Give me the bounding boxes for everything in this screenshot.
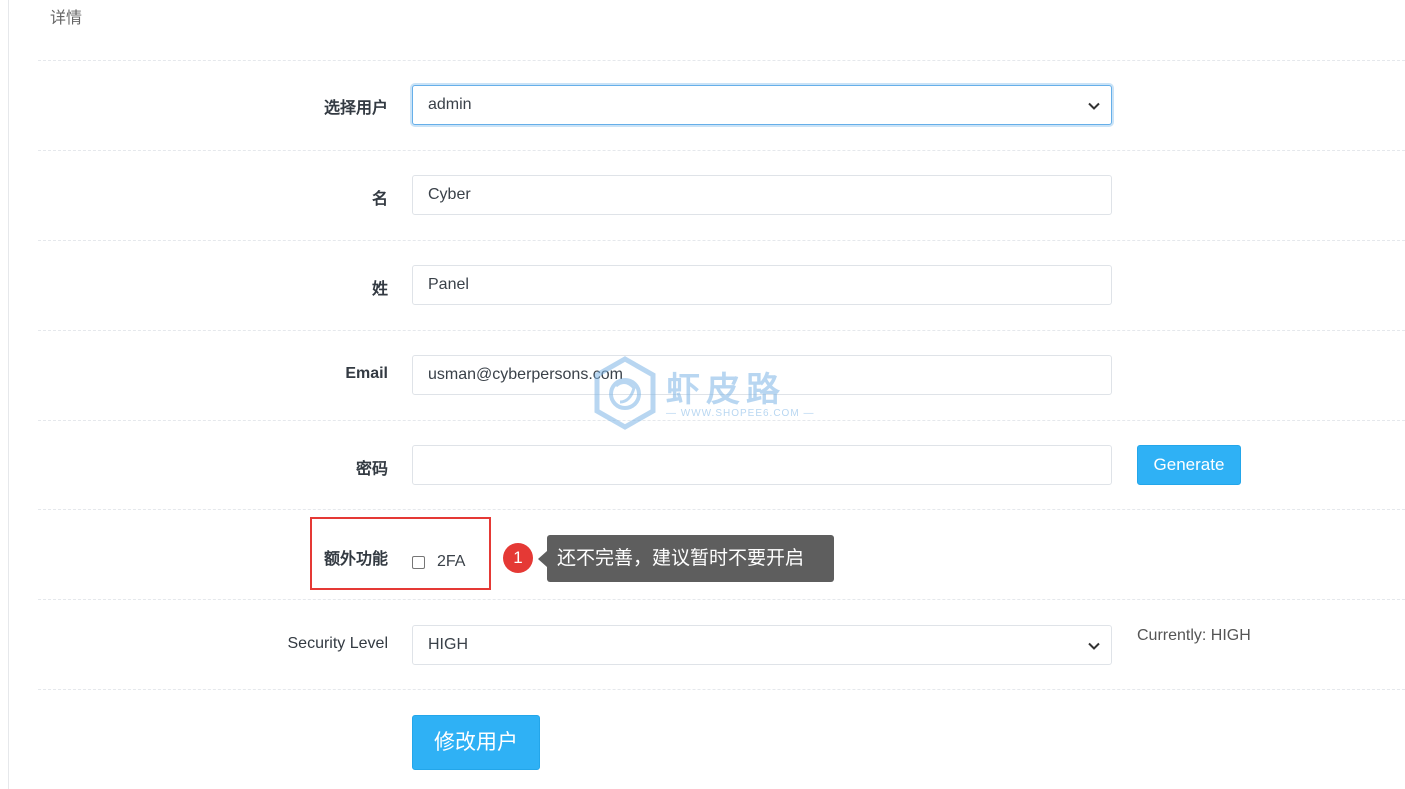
password-input[interactable] [412,445,1112,485]
last-name-value: Panel [428,276,469,293]
user-select-value: admin [428,96,472,113]
row-divider [38,599,1405,600]
section-title: 详情 [50,10,83,27]
features-label: 额外功能 [323,551,388,568]
content-left-border [8,0,9,789]
tooltip-arrow [538,551,547,567]
security-level-value: HIGH [428,636,468,653]
watermark-subtitle: — WWW.SHOPEE6.COM — [666,408,815,419]
annotation-number-badge: 1 [503,543,533,573]
row-divider [38,420,1405,421]
twofa-label[interactable]: 2FA [437,553,465,571]
first-name-label: 名 [371,191,388,208]
annotation-tooltip: 还不完善，建议暂时不要开启 [547,535,834,582]
chevron-down-icon [1088,102,1100,110]
row-divider [38,509,1405,510]
row-divider [38,60,1405,61]
first-name-input[interactable]: Cyber [412,175,1112,215]
modify-user-page: 详情 选择用户 admin 名 Cyber 姓 Panel Email usma… [0,0,1405,789]
row-divider [38,150,1405,151]
chevron-down-icon [1088,642,1100,650]
last-name-label: 姓 [371,281,388,298]
security-level-select[interactable]: HIGH [412,625,1112,665]
user-select[interactable]: admin [412,85,1112,125]
row-divider [38,689,1405,690]
modify-user-button[interactable]: 修改用户 [412,715,540,770]
row-divider [38,330,1405,331]
last-name-input[interactable]: Panel [412,265,1112,305]
email-value: usman@cyberpersons.com [428,366,623,383]
password-label: 密码 [355,461,388,478]
security-level-current: Currently: HIGH [1137,627,1251,644]
first-name-value: Cyber [428,186,471,203]
row-divider [38,240,1405,241]
generate-password-button[interactable]: Generate [1137,445,1241,485]
email-input[interactable]: usman@cyberpersons.com [412,355,1112,395]
email-label: Email [345,365,388,382]
twofa-checkbox[interactable] [412,556,425,569]
user-select-label: 选择用户 [323,100,388,117]
security-level-label: Security Level [287,635,389,652]
